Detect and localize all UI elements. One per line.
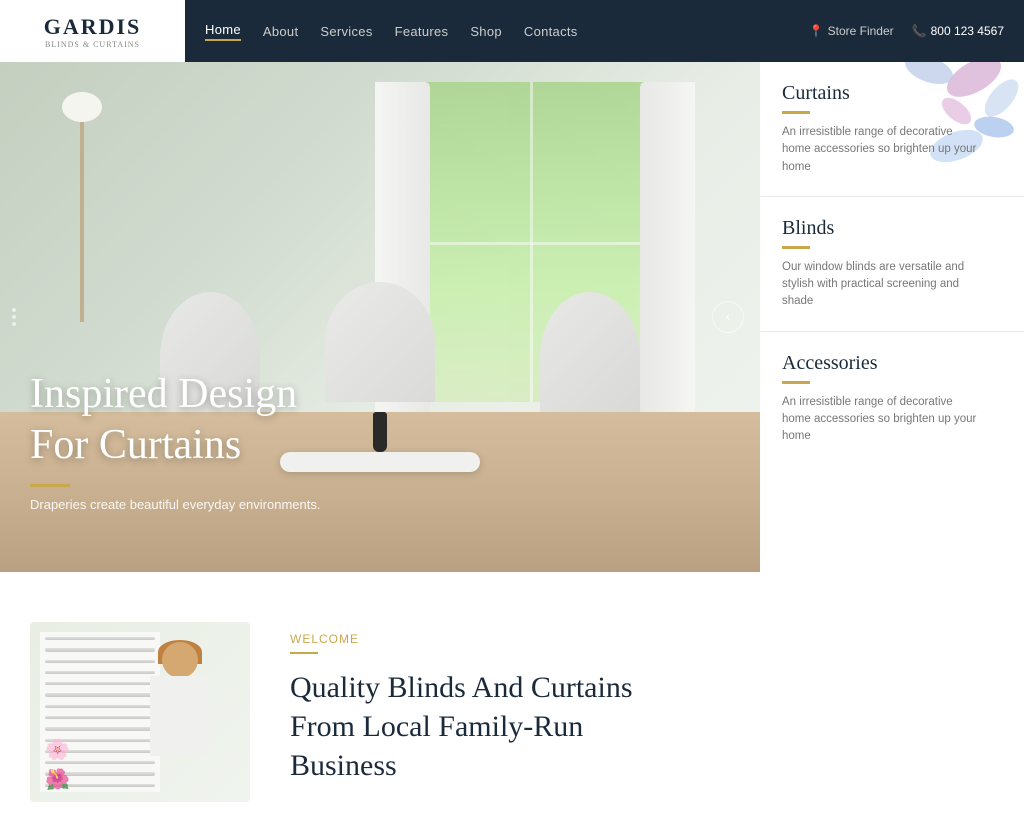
- lower-title-line2: From Local Family-Run: [290, 710, 583, 743]
- scroll-dot: [12, 308, 16, 312]
- navbar: GARDIS Blinds & Curtains Home About Serv…: [0, 0, 1024, 62]
- shutter-slat: [45, 727, 155, 730]
- hero-title: Inspired DesignFor Curtains: [30, 369, 320, 470]
- shutter-slat: [45, 693, 155, 696]
- slide-prev-button[interactable]: ‹: [712, 301, 744, 333]
- sidebar-curtains[interactable]: Curtains An irresistible range of decora…: [760, 62, 1024, 197]
- hero-image-area: ‹ Inspired DesignFor Curtains Draperies …: [0, 62, 760, 572]
- sidebar-blinds-title: Blinds: [782, 217, 1002, 240]
- chair-right: [540, 292, 640, 422]
- nav-features[interactable]: Features: [395, 24, 449, 39]
- sidebar-curtains-divider: [782, 111, 810, 114]
- scroll-dot: [12, 322, 16, 326]
- sidebar-curtains-title: Curtains: [782, 82, 1002, 105]
- flower-1: 🌸: [45, 737, 70, 762]
- nav-services[interactable]: Services: [320, 24, 372, 39]
- nav-about[interactable]: About: [263, 24, 298, 39]
- person-figure: [140, 642, 220, 802]
- sidebar-accessories-divider: [782, 381, 810, 384]
- phone-icon: 📞: [912, 24, 927, 38]
- nav-shop[interactable]: Shop: [470, 24, 502, 39]
- location-icon: 📍: [809, 24, 824, 38]
- scroll-dot: [12, 315, 16, 319]
- lamp-shade: [62, 92, 102, 122]
- brand-tagline: Blinds & Curtains: [44, 40, 142, 49]
- nav-contacts[interactable]: Contacts: [524, 24, 578, 39]
- chair-center: [325, 282, 435, 402]
- welcome-divider: [290, 652, 318, 654]
- shutter-slat: [45, 682, 155, 685]
- flower-2: 🌺: [45, 767, 70, 792]
- vase: [373, 412, 387, 452]
- hero-subtitle: Draperies create beautiful everyday envi…: [30, 497, 320, 512]
- nav-links: Home About Services Features Shop Contac…: [185, 22, 809, 41]
- lower-flowers: 🌸 🌺: [45, 737, 70, 792]
- nav-right: 📍 Store Finder 📞 800 123 4567: [809, 24, 1024, 38]
- curtain-right: [640, 82, 695, 422]
- hero-text-overlay: Inspired DesignFor Curtains Draperies cr…: [30, 369, 320, 512]
- sidebar-blinds-text: Our window blinds are versatile and styl…: [782, 259, 982, 311]
- lower-title: Quality Blinds And Curtains From Local F…: [290, 668, 994, 785]
- shutter-slat: [45, 660, 155, 663]
- sidebar-curtains-text: An irresistible range of decorative home…: [782, 124, 982, 176]
- shutter-slat: [45, 648, 155, 651]
- sidebar-accessories-text: An irresistible range of decorative home…: [782, 394, 982, 446]
- phone-number: 📞 800 123 4567: [912, 24, 1004, 38]
- store-finder-label: Store Finder: [828, 24, 894, 38]
- hero-section: ‹ Inspired DesignFor Curtains Draperies …: [0, 62, 1024, 572]
- hero-divider: [30, 484, 70, 487]
- sidebar-accessories-title: Accessories: [782, 352, 1002, 375]
- lower-section: 🌸 🌺 Welcome Quality Blinds And Curtains …: [0, 572, 1024, 832]
- sidebar-blinds-divider: [782, 246, 810, 249]
- shutter-slat: [45, 671, 155, 674]
- scroll-indicator: [12, 308, 16, 326]
- lamp-stand: [80, 122, 84, 322]
- nav-home[interactable]: Home: [205, 22, 241, 41]
- lower-title-line1: Quality Blinds And Curtains: [290, 671, 633, 704]
- logo: GARDIS Blinds & Curtains: [44, 14, 142, 49]
- hero-sidebar: Curtains An irresistible range of decora…: [760, 62, 1024, 572]
- shutter-slat: [45, 705, 155, 708]
- sidebar-blinds[interactable]: Blinds Our window blinds are versatile a…: [760, 197, 1024, 332]
- shutter-slat: [45, 716, 155, 719]
- scroll-dots: [12, 308, 16, 326]
- shutter-slat: [45, 637, 155, 640]
- sidebar-accessories[interactable]: Accessories An irresistible range of dec…: [760, 332, 1024, 466]
- lower-title-line3: Business: [290, 749, 397, 782]
- brand-name: GARDIS: [44, 14, 142, 40]
- lower-image: 🌸 🌺: [30, 622, 250, 802]
- phone-label: 800 123 4567: [931, 24, 1004, 38]
- person-body: [150, 676, 210, 756]
- welcome-label: Welcome: [290, 632, 994, 646]
- logo-area: GARDIS Blinds & Curtains: [0, 0, 185, 62]
- person-head: [162, 642, 198, 678]
- store-finder[interactable]: 📍 Store Finder: [809, 24, 894, 38]
- lower-text: Welcome Quality Blinds And Curtains From…: [290, 622, 994, 785]
